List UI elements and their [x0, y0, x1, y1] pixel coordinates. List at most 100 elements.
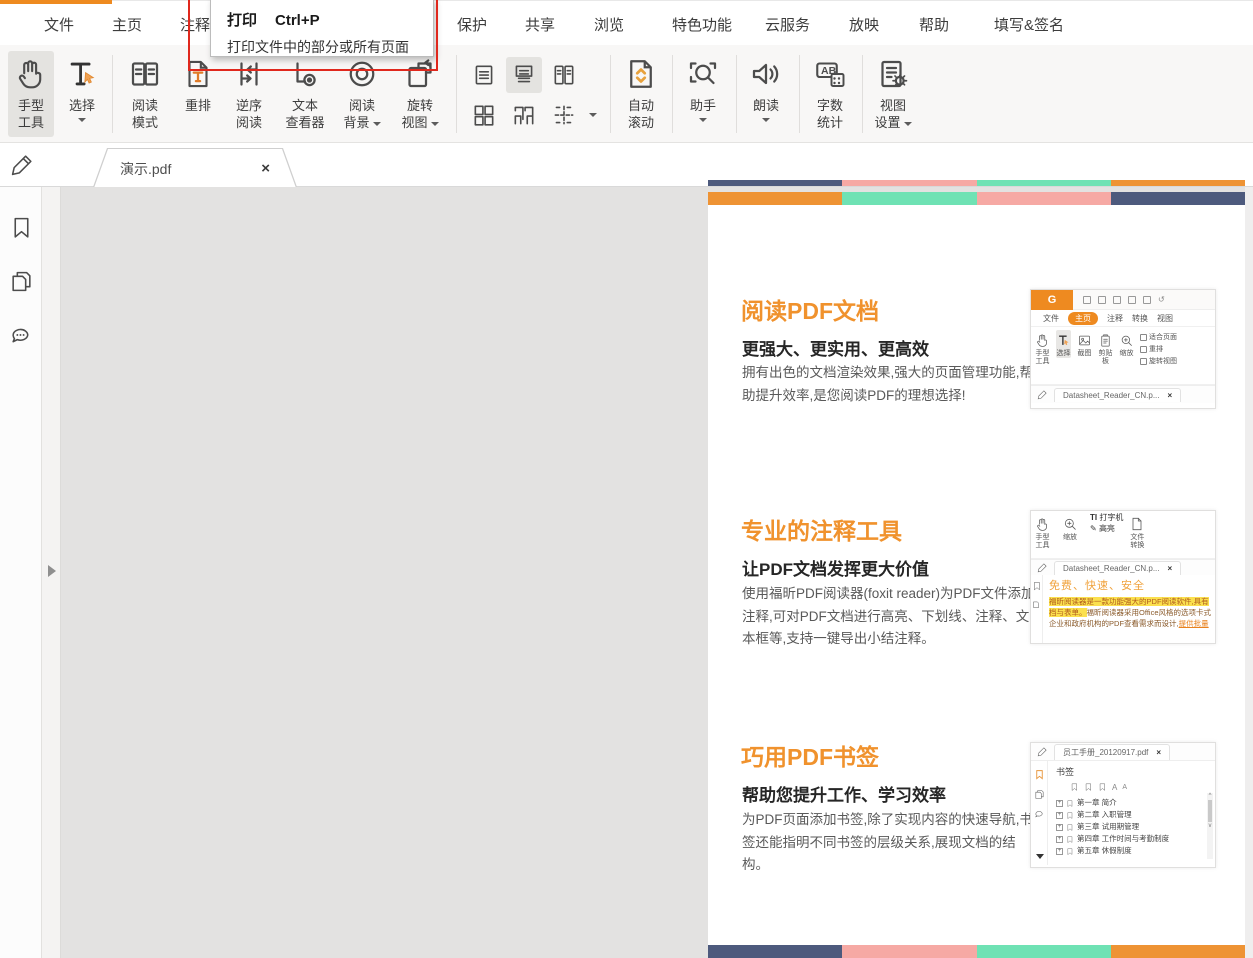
rotate-view-text: 旋转 视图 — [401, 98, 433, 130]
single-page-view-button[interactable] — [466, 57, 502, 93]
assistant-caret[interactable] — [699, 118, 707, 122]
document-tab[interactable]: 演示.pdf × — [94, 149, 296, 188]
single-page-icon — [471, 62, 497, 88]
mini-link-text: 提供批量 — [1179, 619, 1209, 628]
reverse-read-button[interactable]: 逆序 阅读 — [226, 51, 272, 137]
quad-page-view-button[interactable] — [466, 97, 502, 133]
menu-tab-features[interactable]: 特色功能 — [670, 8, 734, 41]
section-body: 为PDF页面添加书签,除了实现内容的快速导航,书签还能指明不同书签的层级关系,展… — [742, 809, 1037, 877]
assistant-button[interactable]: 助手 — [680, 51, 726, 137]
reflow-button[interactable]: 重排 — [177, 51, 219, 137]
hand-tool-button[interactable]: 手型 工具 — [8, 51, 54, 137]
word-count-icon: AB — [812, 51, 848, 97]
mini-scrollbar: ^v — [1207, 793, 1213, 859]
menu-tab-share[interactable]: 共享 — [523, 8, 557, 41]
read-mode-label: 阅读 模式 — [132, 97, 158, 131]
mini-menu-view: 视图 — [1157, 313, 1173, 324]
toolbar-separator — [456, 55, 457, 133]
read-mode-button[interactable]: 阅读 模式 — [121, 51, 169, 137]
mini-comments-icon — [1034, 809, 1045, 820]
menu-tab-home[interactable]: 主页 — [110, 8, 144, 41]
new-doc-icon — [1143, 296, 1151, 304]
menu-tab-file[interactable]: 文件 — [42, 8, 76, 41]
assistant-icon — [685, 51, 721, 97]
view-settings-button[interactable]: 视图 设置 — [868, 51, 918, 137]
mini-menu-home-active: 主页 — [1068, 312, 1098, 325]
auto-scroll-button[interactable]: 自动 滚动 — [618, 51, 664, 137]
read-background-button[interactable]: 阅读 背景 — [337, 51, 387, 137]
toolbar-separator — [672, 55, 673, 133]
facing-continuous-icon — [511, 102, 537, 128]
menu-tab-cloud[interactable]: 云服务 — [763, 8, 812, 41]
tab-close-icon[interactable]: × — [261, 160, 270, 177]
comments-panel-icon[interactable] — [9, 324, 34, 354]
document-area: 阅读PDF文档 更强大、更实用、更高效 拥有出色的文档渲染效果,强大的页面管理功… — [0, 187, 1253, 958]
menu-tab-comment[interactable]: 注释 — [178, 8, 212, 41]
mini-pages-icon — [1032, 599, 1042, 609]
mini-doc-heading: 免费、快速、安全 — [1049, 577, 1211, 593]
scrollbar-track[interactable] — [1245, 187, 1253, 958]
mini-document-content: 免费、快速、安全 福昕阅读器是一款功能强大的PDF阅读软件,具有 档与表单。福昕… — [1031, 575, 1215, 643]
mini-pages-icon — [1034, 789, 1045, 800]
read-aloud-icon — [748, 51, 784, 97]
split-view-caret[interactable] — [589, 113, 597, 117]
continuous-view-button[interactable] — [506, 57, 542, 93]
menu-tab-fill-sign[interactable]: 填写&签名 — [992, 8, 1066, 41]
pages-panel-icon[interactable] — [9, 269, 34, 299]
quad-page-icon — [471, 102, 497, 128]
toolbar-separator — [610, 55, 611, 133]
print-tooltip-description: 打印文件中的部分或所有页面 — [227, 37, 433, 57]
view-settings-caret[interactable] — [904, 122, 912, 126]
reverse-read-icon — [231, 51, 267, 97]
add-bookmark-icon — [1070, 782, 1079, 792]
print-tooltip: 打印Ctrl+P 打印文件中的部分或所有页面 — [210, 0, 434, 57]
text-viewer-icon — [287, 51, 323, 97]
select-tool-button[interactable]: 选择 — [60, 51, 104, 137]
rotate-view-button[interactable]: 旋转 视图 — [394, 51, 446, 137]
menu-tab-protect[interactable]: 保护 — [455, 8, 489, 41]
body-text: 福昕阅读器采用Office风格的选项卡式 — [1087, 608, 1211, 617]
text-viewer-button[interactable]: 文本 查看器 — [278, 51, 332, 137]
mini-quick-access-toolbar: ↺ — [1083, 295, 1165, 304]
mini-bookmark-icon-active — [1034, 769, 1045, 780]
read-mode-icon — [127, 51, 163, 97]
mini-snapshot-tool: 截图 — [1077, 330, 1092, 358]
reflow-icon — [181, 51, 215, 97]
section-subtitle: 帮助您提升工作、学习效率 — [742, 781, 946, 806]
bookmarks-panel-icon[interactable] — [9, 215, 34, 245]
facing-view-button[interactable] — [546, 57, 582, 93]
page-bottom-color-bar — [708, 945, 1245, 958]
mini-select-tool: 选择 — [1056, 330, 1071, 358]
save-icon — [1098, 296, 1106, 304]
feature-screenshot-bookmarks: 员工手册_20120917.pdf× 书签 — [1030, 742, 1216, 868]
print-tooltip-title: 打印Ctrl+P — [227, 9, 433, 30]
print-icon — [1113, 296, 1121, 304]
pencil-icon[interactable] — [10, 152, 35, 182]
view-settings-text: 视图 设置 — [874, 98, 906, 130]
select-dropdown-caret[interactable] — [78, 118, 86, 122]
mini-collapse-icon — [1036, 854, 1044, 859]
facing-page-icon — [551, 62, 577, 88]
read-aloud-caret[interactable] — [762, 118, 770, 122]
mini-typewriter-highlight: TI 打字机 ✎ 高亮 — [1090, 514, 1123, 533]
mini-clipboard-tool: 剪贴 板 — [1098, 330, 1113, 366]
delete-bookmark-icon — [1098, 782, 1107, 792]
read-aloud-button[interactable]: 朗读 — [744, 51, 788, 137]
menu-tab-slideshow[interactable]: 放映 — [847, 8, 881, 41]
feature-screenshot-annotator: 手型 工具 缩放 TI 打字机 — [1030, 510, 1216, 644]
facing-continuous-view-button[interactable] — [506, 97, 542, 133]
rotate-view-caret[interactable] — [431, 122, 439, 126]
mini-tab-row: Datasheet_Reader_CN.p...× — [1031, 559, 1215, 575]
menu-tab-help[interactable]: 帮助 — [917, 8, 951, 41]
feature-screenshot-reader: G ↺ 文件 主页 注释 转换 视图 — [1030, 289, 1216, 409]
pdf-page[interactable]: 阅读PDF文档 更强大、更实用、更高效 拥有出色的文档渲染效果,强大的页面管理功… — [708, 192, 1245, 958]
bookmark-panel-title: 书签 — [1056, 765, 1209, 778]
word-count-button[interactable]: AB 字数 统计 — [806, 51, 854, 137]
panel-expand-handle[interactable] — [48, 565, 56, 577]
split-view-button[interactable] — [546, 97, 582, 133]
read-background-caret[interactable] — [373, 122, 381, 126]
bookmark-panel-toolbar: A A — [1056, 782, 1209, 792]
highlighted-text: 档与表单。 — [1049, 608, 1087, 617]
menu-tab-view[interactable]: 浏览 — [592, 8, 626, 41]
mini-menu-convert: 转换 — [1132, 313, 1148, 324]
